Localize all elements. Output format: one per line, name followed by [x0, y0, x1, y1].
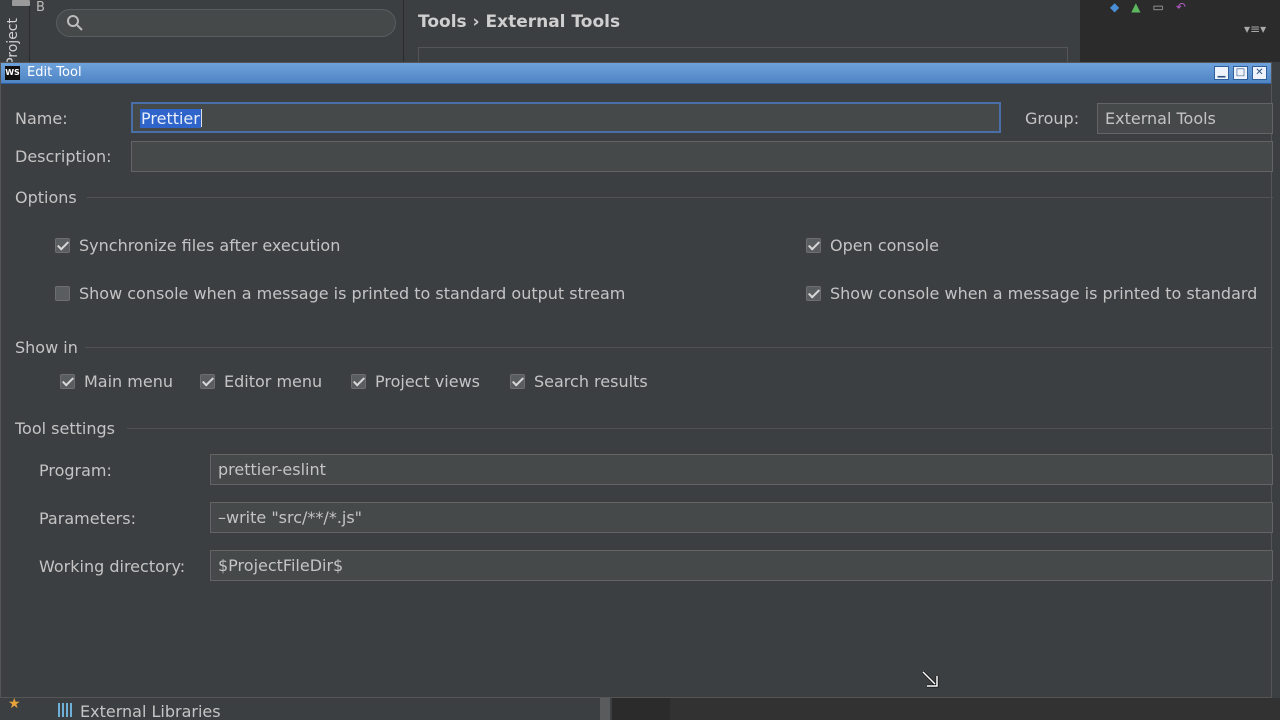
main-menu-label[interactable]: Main menu: [84, 372, 173, 391]
copy-icon[interactable]: ▭: [1152, 0, 1163, 14]
tool-settings-divider: [127, 428, 1273, 429]
dialog-title: Edit Tool: [27, 65, 82, 80]
parameters-field[interactable]: –write "src/**/*.js": [210, 502, 1273, 533]
show-in-section-title: Show in: [15, 338, 78, 357]
scrollbar-handle[interactable]: [600, 698, 610, 720]
name-field[interactable]: Prettier: [131, 102, 1001, 133]
resize-cursor-icon: [921, 670, 939, 688]
arrow-down-icon[interactable]: ◆: [1110, 0, 1119, 14]
minimize-icon[interactable]: ▁: [1214, 66, 1229, 80]
search-icon: [67, 15, 83, 31]
dialog-titlebar[interactable]: WS Edit Tool ▁ □ ✕: [1, 63, 1271, 84]
close-icon[interactable]: ✕: [1252, 66, 1267, 80]
project-views-label[interactable]: Project views: [375, 372, 480, 391]
working-directory-field[interactable]: $ProjectFileDir$: [210, 550, 1273, 581]
search-results-label[interactable]: Search results: [534, 372, 648, 391]
open-console-label[interactable]: Open console: [830, 236, 939, 255]
parameters-label: Parameters:: [39, 509, 136, 528]
webstorm-app-icon: WS: [5, 66, 20, 80]
project-tool-tab[interactable]: Project: [5, 18, 27, 66]
group-combobox[interactable]: External Tools: [1097, 103, 1273, 134]
program-field[interactable]: prettier-eslint: [210, 454, 1273, 485]
show-console-stderr-checkbox[interactable]: [806, 286, 821, 301]
maximize-icon[interactable]: □: [1233, 66, 1248, 80]
ide-toolbar-icons: ◆ ▲ ▭ ↶: [1110, 0, 1186, 14]
options-menu-icon[interactable]: ▾≡▾: [1244, 22, 1266, 36]
editor-gutter-bottom: [670, 698, 1280, 720]
group-label: Group:: [1025, 109, 1080, 128]
open-console-checkbox[interactable]: [806, 238, 821, 253]
text-caret: [200, 109, 202, 127]
main-menu-checkbox[interactable]: [60, 374, 75, 389]
search-results-checkbox[interactable]: [510, 374, 525, 389]
options-section-title: Options: [15, 188, 77, 207]
options-divider: [87, 197, 1273, 198]
external-tools-toolbar: [418, 47, 1068, 62]
name-label: Name:: [15, 109, 68, 128]
arrow-up-icon[interactable]: ▲: [1131, 0, 1140, 14]
program-label: Program:: [39, 461, 112, 480]
show-console-stdout-checkbox[interactable]: [55, 286, 70, 301]
tool-settings-section-title: Tool settings: [15, 419, 115, 438]
show-console-stderr-label[interactable]: Show console when a message is printed t…: [830, 284, 1257, 303]
library-icon: [58, 703, 74, 717]
project-views-checkbox[interactable]: [351, 374, 366, 389]
show-console-stdout-label[interactable]: Show console when a message is printed t…: [79, 284, 625, 303]
sync-files-checkbox[interactable]: [55, 238, 70, 253]
window-controls: ▁ □ ✕: [1214, 66, 1267, 80]
settings-breadcrumb: Tools › External Tools: [418, 12, 621, 32]
editor-menu-label[interactable]: Editor menu: [224, 372, 322, 391]
sync-files-label[interactable]: Synchronize files after execution: [79, 236, 340, 255]
edit-tool-dialog: WS Edit Tool ▁ □ ✕ Name: Prettier Group:…: [0, 62, 1273, 698]
show-in-divider: [85, 347, 1273, 348]
name-value: Prettier: [140, 109, 201, 128]
external-libraries-tree-item[interactable]: External Libraries: [80, 702, 221, 720]
project-tree-stub: B: [36, 0, 45, 15]
undo-icon[interactable]: ↶: [1176, 0, 1186, 14]
tool-window-icon[interactable]: [12, 0, 30, 6]
description-field[interactable]: [131, 141, 1273, 172]
settings-search-input[interactable]: [56, 9, 396, 37]
description-label: Description:: [15, 147, 112, 166]
editor-menu-checkbox[interactable]: [200, 374, 215, 389]
working-directory-label: Working directory:: [39, 557, 186, 576]
favorites-star-icon[interactable]: ★: [8, 696, 21, 712]
